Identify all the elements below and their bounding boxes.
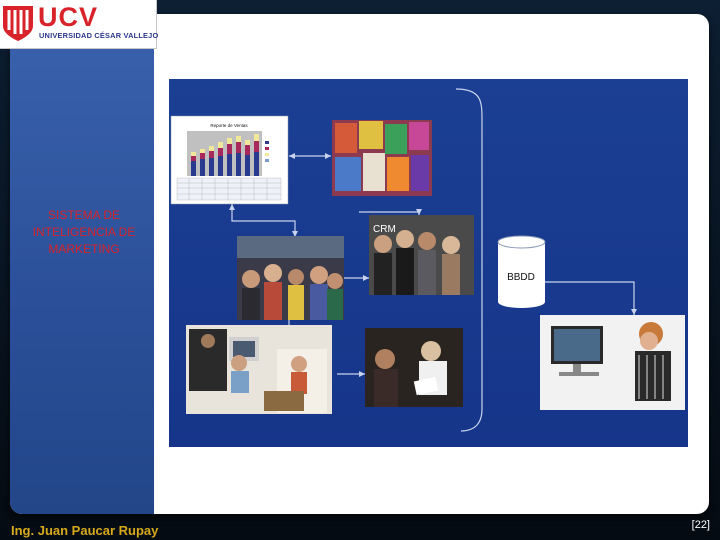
ucv-logo-name: UCV bbox=[38, 2, 99, 32]
sidebar-panel: SISTEMA DE INTELIGENCIA DE MARKETING bbox=[10, 14, 154, 514]
crm-crowd-photo: CRM bbox=[369, 215, 474, 295]
database-icon: BBDD bbox=[497, 235, 546, 308]
footer-author: Ing. Juan Paucar Rupay bbox=[11, 523, 159, 538]
arrow-user bbox=[631, 309, 637, 315]
home-computers-photo bbox=[186, 325, 332, 414]
database-label: BBDD bbox=[507, 272, 535, 283]
sales-report-table bbox=[176, 177, 282, 201]
ucv-logo-subtitle: UNIVERSIDAD CÉSAR VALLEJO bbox=[39, 31, 159, 40]
connector-magazines-to-crm bbox=[359, 211, 420, 215]
trading-floor-photo bbox=[237, 236, 344, 320]
analyst-workstation-photo bbox=[540, 315, 685, 410]
arrow-report bbox=[289, 153, 295, 159]
arrow-report-down bbox=[229, 204, 235, 210]
arrow-meeting bbox=[359, 371, 365, 377]
slide-frame: SISTEMA DE INTELIGENCIA DE MARKETING Rep… bbox=[10, 14, 709, 514]
diagram-canvas: Reporte de Ventas CRM BBDD bbox=[170, 88, 685, 432]
ucv-shield-icon bbox=[3, 6, 33, 41]
sales-report-thumbnail: Reporte de Ventas bbox=[170, 115, 289, 205]
ucv-logo: UCV UNIVERSIDAD CÉSAR VALLEJO bbox=[0, 0, 159, 49]
sales-report-thumb-title: Reporte de Ventas bbox=[210, 123, 248, 128]
crm-label: CRM bbox=[373, 224, 396, 235]
sales-meeting-photo bbox=[365, 328, 463, 407]
connector-report-to-market bbox=[231, 204, 296, 237]
diagram-panel: Reporte de Ventas CRM BBDD bbox=[169, 79, 688, 447]
sidebar-title: SISTEMA DE INTELIGENCIA DE MARKETING bbox=[32, 208, 136, 256]
arrow-magazines bbox=[325, 153, 331, 159]
footer-page-number: [22] bbox=[691, 519, 710, 531]
arrow-crm-left bbox=[363, 275, 369, 281]
magazines-photo bbox=[332, 120, 432, 196]
